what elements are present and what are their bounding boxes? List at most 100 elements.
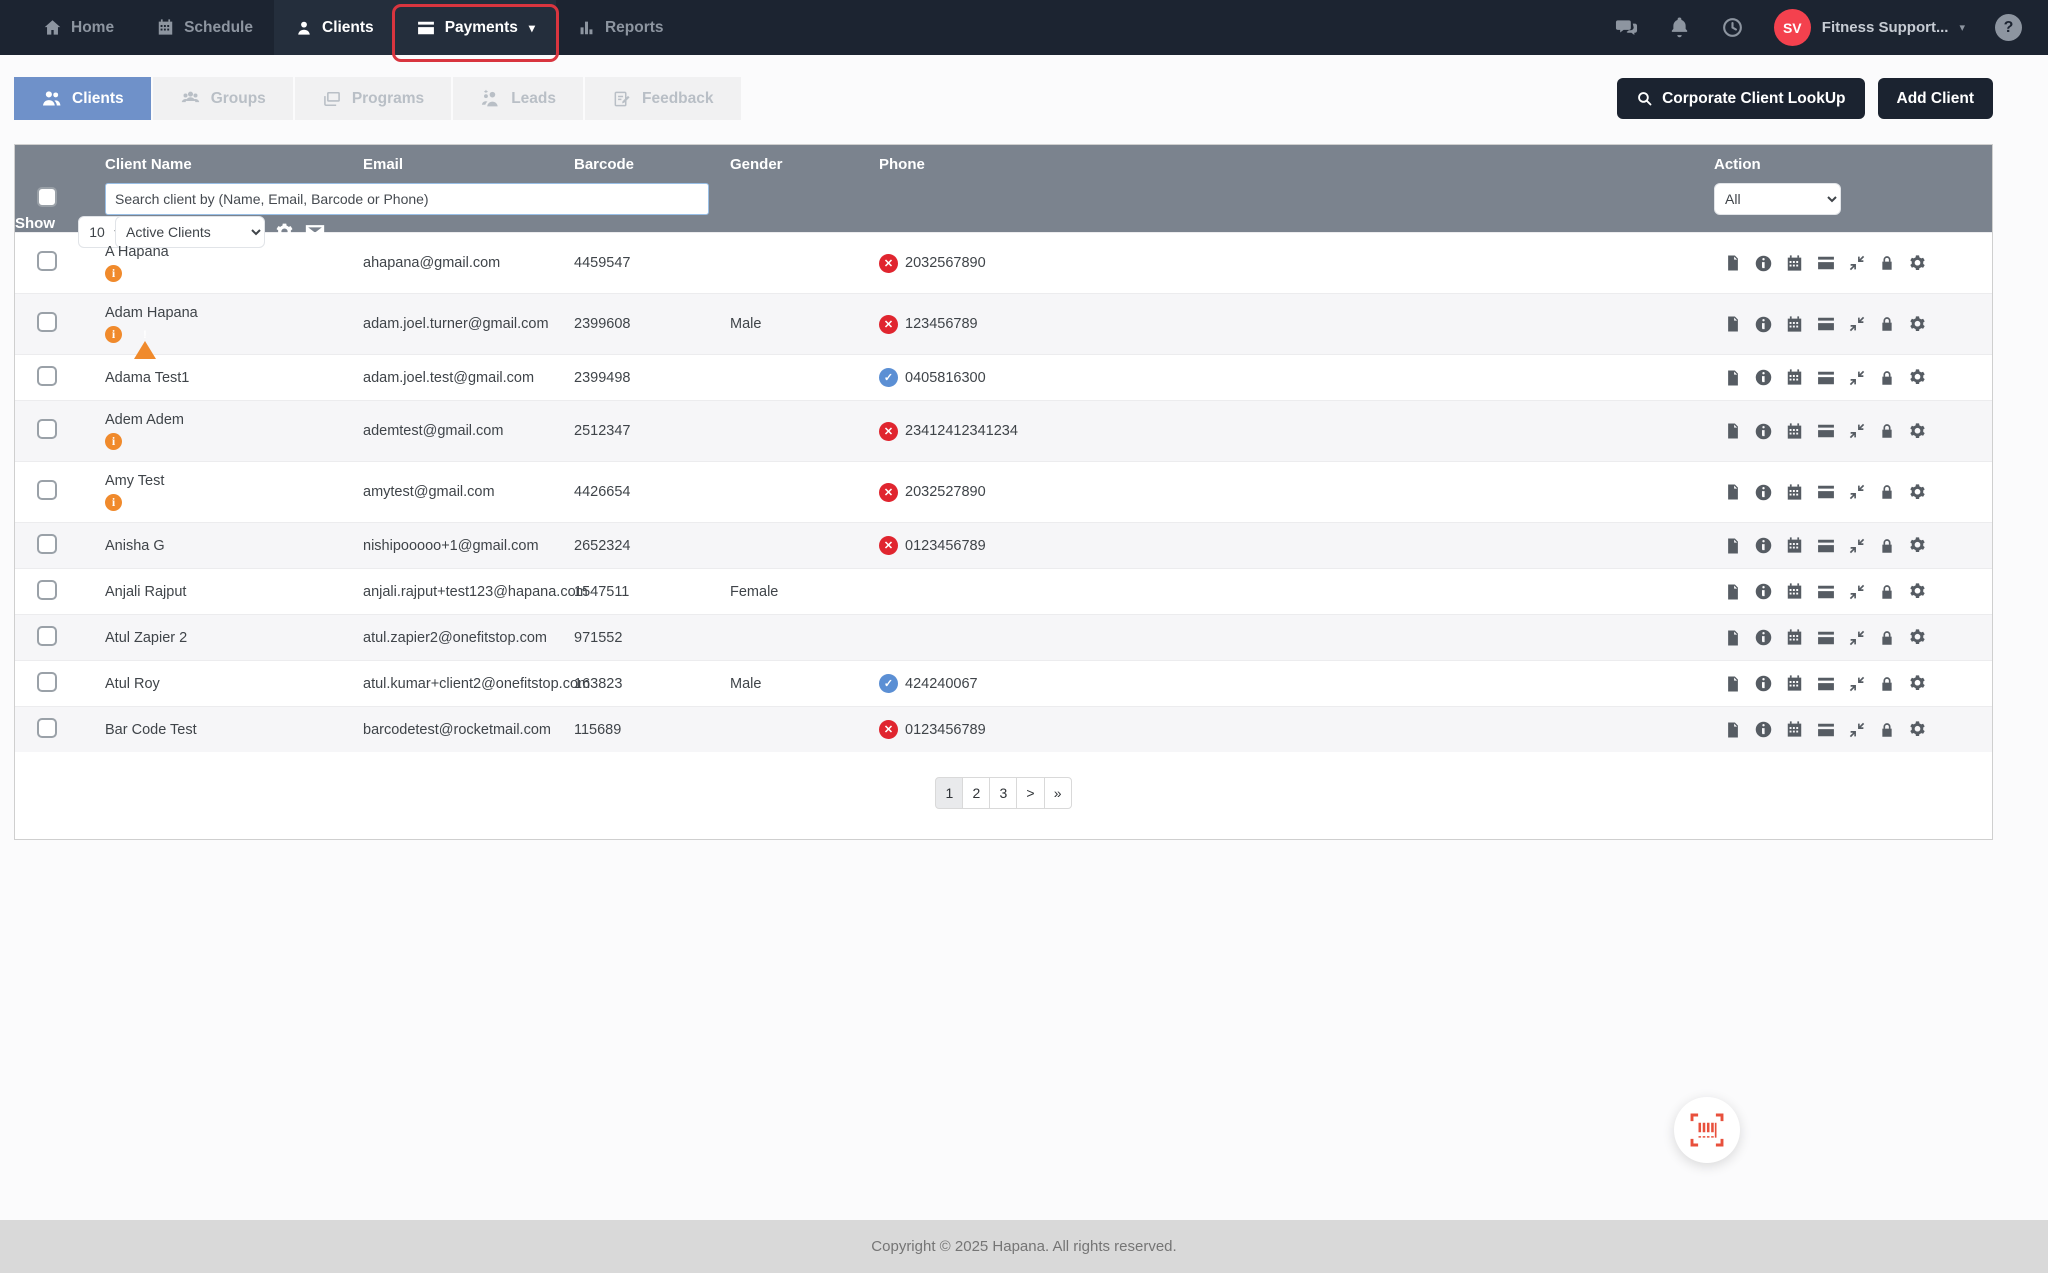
calendar-grid-icon[interactable] (1785, 674, 1804, 693)
page-button-2[interactable]: 2 (962, 777, 991, 809)
credit-card-icon[interactable] (1816, 253, 1836, 273)
gear-icon[interactable] (1908, 720, 1927, 739)
credit-card-icon[interactable] (1816, 368, 1836, 388)
compress-icon[interactable] (1848, 583, 1866, 601)
document-icon[interactable] (1724, 721, 1742, 739)
document-icon[interactable] (1724, 629, 1742, 647)
calendar-grid-icon[interactable] (1785, 254, 1804, 273)
gear-icon[interactable] (1908, 422, 1927, 441)
calendar-grid-icon[interactable] (1785, 368, 1804, 387)
info-circle-icon[interactable] (1754, 254, 1773, 273)
gear-icon[interactable] (1908, 536, 1927, 555)
row-checkbox[interactable] (37, 312, 57, 332)
calendar-grid-icon[interactable] (1785, 483, 1804, 502)
compress-icon[interactable] (1848, 629, 1866, 647)
page-button->[interactable]: > (1016, 777, 1045, 809)
lock-icon[interactable] (1878, 422, 1896, 440)
credit-card-icon[interactable] (1816, 720, 1836, 740)
page-button-»[interactable]: » (1043, 777, 1072, 809)
row-checkbox[interactable] (37, 251, 57, 271)
document-icon[interactable] (1724, 254, 1742, 272)
tab-feedback[interactable]: Feedback (585, 77, 741, 120)
credit-card-icon[interactable] (1816, 421, 1836, 441)
nav-item-reports[interactable]: Reports (556, 0, 685, 55)
help-icon[interactable]: ? (1995, 14, 2022, 41)
row-checkbox[interactable] (37, 579, 57, 600)
info-circle-icon[interactable] (1754, 536, 1773, 555)
info-circle-icon[interactable] (1754, 368, 1773, 387)
lock-icon[interactable] (1878, 583, 1896, 601)
corporate-client-lookup-button[interactable]: Corporate Client LookUp (1617, 78, 1865, 119)
calendar-grid-icon[interactable] (1785, 720, 1804, 739)
credit-card-icon[interactable] (1816, 582, 1836, 602)
compress-icon[interactable] (1848, 675, 1866, 693)
tab-groups[interactable]: Groups (152, 77, 293, 120)
info-icon[interactable]: i (105, 493, 122, 511)
document-icon[interactable] (1724, 583, 1742, 601)
document-icon[interactable] (1724, 675, 1742, 693)
lock-icon[interactable] (1878, 629, 1896, 647)
document-icon[interactable] (1724, 483, 1742, 501)
compress-icon[interactable] (1848, 537, 1866, 555)
row-checkbox[interactable] (37, 671, 57, 692)
tab-programs[interactable]: Programs (294, 77, 452, 120)
nav-item-schedule[interactable]: Schedule (135, 0, 274, 55)
info-icon[interactable]: i (105, 325, 122, 343)
info-circle-icon[interactable] (1754, 674, 1773, 693)
info-circle-icon[interactable] (1754, 582, 1773, 601)
calendar-grid-icon[interactable] (1785, 422, 1804, 441)
info-circle-icon[interactable] (1754, 315, 1773, 334)
row-checkbox[interactable] (37, 365, 57, 386)
credit-card-icon[interactable] (1816, 674, 1836, 694)
row-checkbox[interactable] (37, 419, 57, 439)
nav-item-payments[interactable]: Payments ▾ (391, 0, 559, 62)
nav-item-clients[interactable]: Clients (274, 0, 395, 55)
account-menu[interactable]: SV Fitness Support... ▾ (1773, 9, 1965, 46)
gear-icon[interactable] (1908, 674, 1927, 693)
compress-icon[interactable] (1848, 315, 1866, 333)
credit-card-icon[interactable] (1816, 482, 1836, 502)
lock-icon[interactable] (1878, 315, 1896, 333)
info-circle-icon[interactable] (1754, 483, 1773, 502)
select-all-checkbox[interactable] (37, 187, 57, 207)
row-checkbox[interactable] (37, 717, 57, 738)
document-icon[interactable] (1724, 369, 1742, 387)
tab-leads[interactable]: Leads (453, 77, 583, 120)
gear-icon[interactable] (1908, 628, 1927, 647)
compress-icon[interactable] (1848, 483, 1866, 501)
gear-icon[interactable] (1908, 582, 1927, 601)
page-button-3[interactable]: 3 (989, 777, 1018, 809)
compress-icon[interactable] (1848, 422, 1866, 440)
calendar-grid-icon[interactable] (1785, 582, 1804, 601)
gear-icon[interactable] (1908, 254, 1927, 273)
lock-icon[interactable] (1878, 721, 1896, 739)
lock-icon[interactable] (1878, 254, 1896, 272)
clock-icon[interactable] (1721, 16, 1744, 39)
info-icon[interactable]: i (105, 432, 122, 450)
gear-icon[interactable] (1908, 368, 1927, 387)
credit-card-icon[interactable] (1816, 536, 1836, 556)
info-icon[interactable]: i (105, 264, 122, 282)
lock-icon[interactable] (1878, 675, 1896, 693)
gear-icon[interactable] (1908, 315, 1927, 334)
info-circle-icon[interactable] (1754, 628, 1773, 647)
gender-filter-select[interactable]: All (1714, 183, 1841, 215)
chat-icon[interactable] (1615, 16, 1638, 39)
lock-icon[interactable] (1878, 369, 1896, 387)
gear-icon[interactable] (1908, 483, 1927, 502)
barcode-scan-button[interactable] (1674, 1097, 1740, 1163)
lock-icon[interactable] (1878, 537, 1896, 555)
bell-icon[interactable] (1668, 16, 1691, 39)
document-icon[interactable] (1724, 537, 1742, 555)
document-icon[interactable] (1724, 315, 1742, 333)
search-input[interactable] (105, 183, 709, 215)
calendar-grid-icon[interactable] (1785, 536, 1804, 555)
add-client-button[interactable]: Add Client (1877, 78, 1993, 119)
row-checkbox[interactable] (37, 625, 57, 646)
document-icon[interactable] (1724, 422, 1742, 440)
info-circle-icon[interactable] (1754, 422, 1773, 441)
lock-icon[interactable] (1878, 483, 1896, 501)
row-checkbox[interactable] (37, 533, 57, 554)
compress-icon[interactable] (1848, 254, 1866, 272)
warning-icon[interactable]: ! (134, 325, 156, 359)
